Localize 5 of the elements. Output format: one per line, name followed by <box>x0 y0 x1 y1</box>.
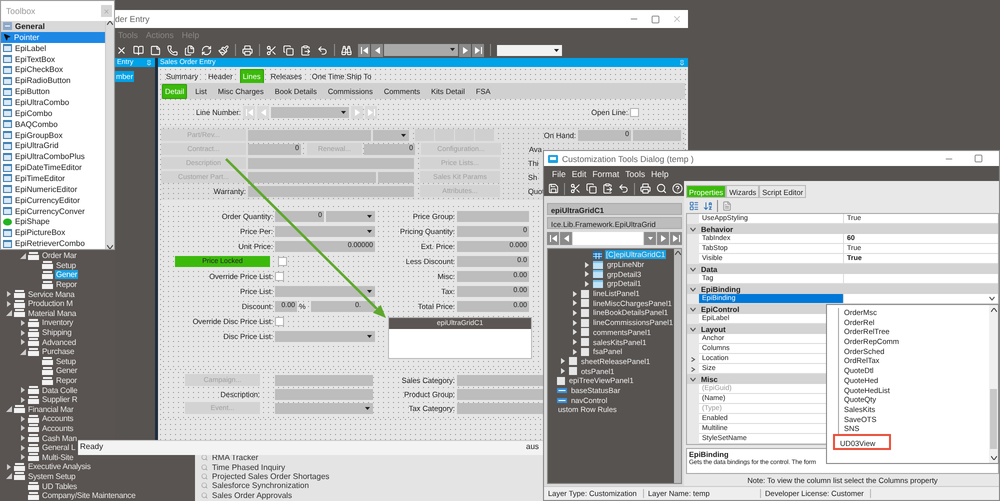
window-title: Customization Tools Dialog (temp ) <box>562 154 694 164</box>
status-text: aus <box>526 442 539 451</box>
window-title: Toolbox <box>6 6 36 16</box>
window-title: der Entry <box>115 14 150 24</box>
status-text: Ready <box>80 442 104 451</box>
